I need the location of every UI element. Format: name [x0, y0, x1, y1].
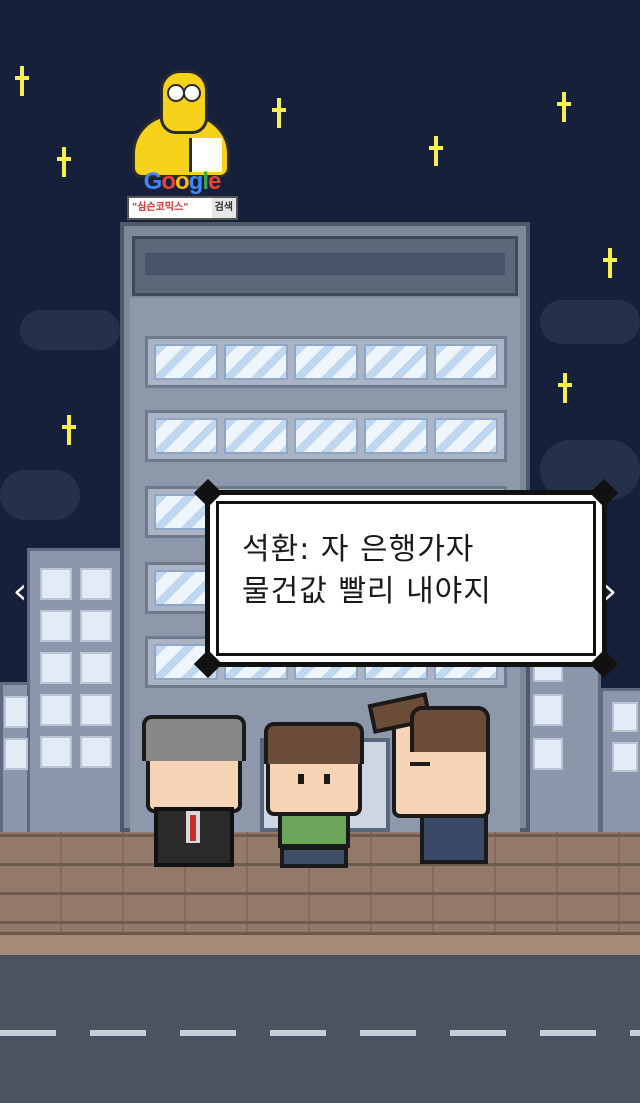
cloud — [540, 300, 640, 344]
building-window — [533, 694, 563, 726]
window-row — [145, 410, 507, 462]
homer-eye — [183, 84, 201, 102]
building-window — [4, 738, 28, 770]
google-logo: Google — [143, 168, 222, 195]
building-window — [80, 736, 112, 768]
dialog-box[interactable]: 석환: 자 은행가자 물건값 빨리 내야지 — [193, 478, 619, 679]
search-button-label: 검색 — [211, 198, 236, 218]
game-scene: Google "심슨코믹스" 검색 석환: 자 은행가자 물건값 빨리 내야지 … — [0, 0, 640, 1103]
dialog-speaker: 석환: — [242, 532, 311, 567]
building-window — [533, 738, 563, 770]
lane-marking — [450, 1030, 506, 1036]
lane-marking — [630, 1030, 640, 1036]
building-window — [612, 742, 638, 772]
next-arrow-icon[interactable]: › — [600, 572, 620, 612]
building-window — [40, 568, 72, 600]
star-icon — [557, 92, 571, 122]
cloud — [20, 310, 120, 350]
character-spiky-hair — [367, 692, 492, 868]
homer-head — [160, 70, 208, 134]
lane-marking — [90, 1030, 146, 1036]
building-window — [4, 696, 28, 728]
lane-marking — [0, 1030, 56, 1036]
window-row — [145, 336, 507, 388]
building-window — [80, 652, 112, 684]
building-window — [612, 702, 638, 732]
star-icon — [15, 66, 29, 96]
homer-shirt — [189, 138, 222, 172]
prev-arrow-icon[interactable]: ‹ — [10, 572, 30, 612]
character-grey-hair-suit — [140, 715, 248, 870]
lane-marking — [360, 1030, 416, 1036]
star-icon — [558, 373, 572, 403]
dialog-text: 석환: 자 은행가자 물건값 빨리 내야지 — [242, 529, 492, 613]
lane-marking — [270, 1030, 326, 1036]
star-icon — [603, 248, 617, 278]
search-query: "심슨코믹스" — [132, 202, 189, 213]
building-roof — [132, 236, 518, 296]
building-window — [80, 694, 112, 726]
star-icon — [62, 415, 76, 445]
star-icon — [429, 136, 443, 166]
star-icon — [57, 147, 71, 177]
building-window — [40, 694, 72, 726]
building-window — [40, 610, 72, 642]
building-window — [80, 610, 112, 642]
dialog-line-2: 물건값 빨리 내야지 — [242, 574, 492, 609]
billboard-search-bar: "심슨코믹스" 검색 — [127, 196, 238, 220]
star-icon — [272, 98, 286, 128]
building-window — [40, 736, 72, 768]
lane-marking — [180, 1030, 236, 1036]
building-window — [80, 568, 112, 600]
cloud — [0, 470, 80, 520]
dialog-line-1: 자 은행가자 — [320, 532, 475, 567]
building-window — [40, 652, 72, 684]
google-billboard: Google "심슨코믹스" 검색 — [127, 62, 238, 222]
character-green-shirt — [262, 722, 366, 870]
road — [0, 955, 640, 1103]
lane-marking — [540, 1030, 596, 1036]
